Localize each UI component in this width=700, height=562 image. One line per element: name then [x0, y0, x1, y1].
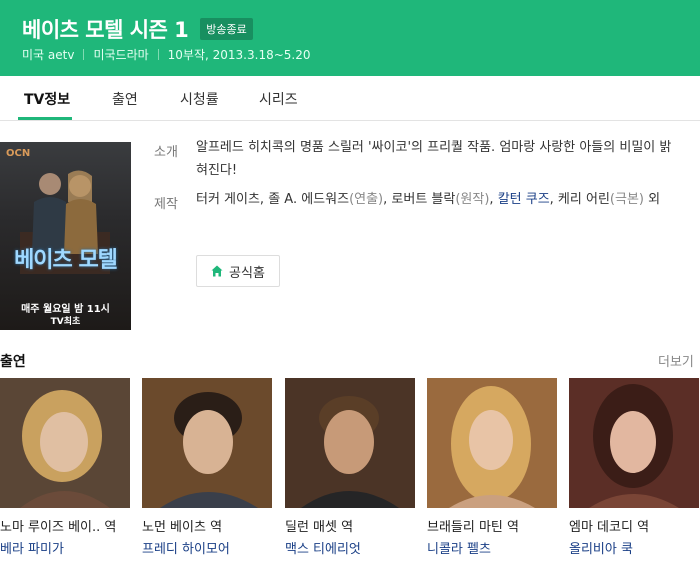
- poster-network-logo: OCN: [6, 148, 31, 159]
- credit-writer[interactable]: , 케리 어린: [550, 192, 610, 207]
- cast-card[interactable]: 엠마 데코디 역 올리비아 쿡: [569, 378, 699, 557]
- poster-premiere: TV최초: [50, 317, 81, 327]
- cast-card[interactable]: 노마 루이즈 베이.. 역 베라 파미가: [0, 378, 130, 557]
- cast-photo[interactable]: [569, 378, 699, 508]
- tab-ratings[interactable]: 시청률: [180, 89, 219, 109]
- meta-divider: [157, 49, 159, 60]
- meta-divider: [83, 49, 85, 60]
- official-home-button[interactable]: 공식홈: [196, 255, 280, 287]
- cast-photo[interactable]: [427, 378, 557, 508]
- cast-photo-image: [569, 378, 699, 508]
- cast-role: 노마 루이즈 베이.. 역: [0, 520, 117, 535]
- cast-actor-link[interactable]: 올리비아 쿡: [569, 538, 633, 557]
- meta-genre: 미국드라마: [93, 48, 149, 62]
- production-credits: 터커 게이츠, 졸 A. 에드워즈(연출), 로버트 블락(원작), 칼턴 쿠즈…: [196, 188, 676, 211]
- title-row: 베이츠 모텔 시즌 1 방송종료: [22, 14, 253, 44]
- cast-role: 엠마 데코디 역: [569, 520, 650, 535]
- active-tab-indicator: [18, 117, 72, 120]
- cast-card[interactable]: 딜런 매셋 역 맥스 티에리엇: [285, 378, 415, 557]
- credit-author[interactable]: , 로버트 블락: [383, 192, 455, 207]
- home-icon: [211, 265, 223, 277]
- cast-photo-image: [142, 378, 272, 508]
- cast-photo[interactable]: [285, 378, 415, 508]
- synopsis-text: 알프레드 히치콕의 명품 스릴러 '싸이코'의 프리퀄 작품. 엄마랑 사랑한 …: [196, 140, 672, 178]
- tab-tv-info[interactable]: TV정보: [24, 89, 70, 109]
- credit-role: (극본): [609, 192, 644, 207]
- cast-role: 딜런 매셋 역: [285, 520, 354, 535]
- cast-section-title: 출연: [0, 354, 26, 370]
- cast-card[interactable]: 노먼 베이츠 역 프레디 하이모어: [142, 378, 272, 557]
- program-title[interactable]: 베이츠 모텔 시즌 1: [22, 14, 189, 44]
- poster-title: 베이츠 모텔: [14, 248, 118, 273]
- cast-card[interactable]: 브래들리 마틴 역 니콜라 펠츠: [427, 378, 557, 557]
- cast-photo[interactable]: [142, 378, 272, 508]
- credit-writer-link[interactable]: 칼턴 쿠즈: [498, 192, 550, 207]
- cast-actor-link[interactable]: 베라 파미가: [0, 538, 64, 557]
- cast-more-link[interactable]: 더보기: [658, 351, 694, 370]
- tab-series[interactable]: 시리즈: [259, 89, 298, 109]
- cast-photo-image: [0, 378, 130, 508]
- official-home-label: 공식홈: [229, 265, 265, 281]
- poster-schedule: 매주 월요일 밤 11시: [21, 304, 110, 315]
- cast-role: 브래들리 마틴 역: [427, 520, 519, 535]
- cast-actor-link[interactable]: 맥스 티에리엇: [285, 538, 361, 557]
- credit-etc: 외: [644, 192, 661, 207]
- cast-photo-image: [285, 378, 415, 508]
- meta-network: 미국 aetv: [22, 48, 75, 62]
- production-label: 제작: [154, 197, 178, 212]
- cast-actor-link[interactable]: 프레디 하이모어: [142, 538, 230, 557]
- poster-image[interactable]: OCN 베이츠 모텔 매주 월요일 밤 11시 TV최초: [0, 142, 131, 330]
- meta-episodes: 10부작, 2013.3.18~5.20: [167, 48, 311, 62]
- tab-cast[interactable]: 출연: [112, 89, 138, 109]
- cast-photo-image: [427, 378, 557, 508]
- synopsis-label: 소개: [154, 145, 178, 160]
- credit-role: (연출): [349, 192, 384, 207]
- cast-photo[interactable]: [0, 378, 130, 508]
- status-badge: 방송종료: [200, 18, 253, 40]
- cast-actor-link[interactable]: 니콜라 펠츠: [427, 538, 491, 557]
- meta-row: 미국 aetv 미국드라마 10부작, 2013.3.18~5.20: [22, 46, 310, 63]
- cast-role: 노먼 베이츠 역: [142, 520, 223, 535]
- tab-bar: TV정보 출연 시청률 시리즈: [0, 76, 700, 121]
- credit-role: (원작): [455, 192, 490, 207]
- program-header: 베이츠 모텔 시즌 1 방송종료 미국 aetv 미국드라마 10부작, 201…: [0, 0, 700, 76]
- credit-separator: ,: [489, 192, 498, 207]
- credit-directors[interactable]: 터커 게이츠, 졸 A. 에드워즈: [196, 192, 349, 207]
